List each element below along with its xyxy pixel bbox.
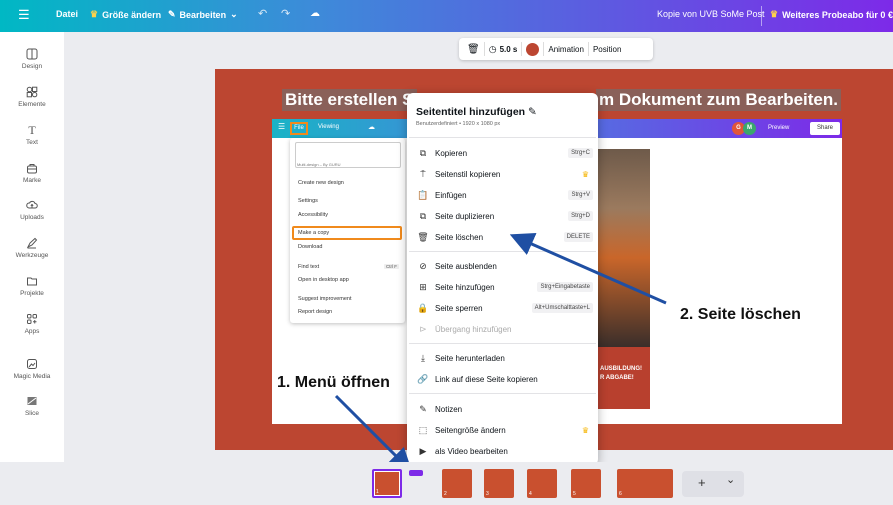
page-number: 3 [486, 491, 489, 497]
page-number: 2 [444, 491, 447, 497]
page-number: 4 [529, 491, 532, 497]
page-thumbnail[interactable]: 1 [372, 469, 402, 498]
annotation-arrows [334, 233, 667, 473]
plus-icon: + [698, 475, 706, 490]
arrow-to-delete-page [509, 233, 667, 305]
page-thumbnail[interactable]: 5 [571, 469, 601, 498]
annotation-step-2: 2. Seite löschen [680, 306, 801, 323]
page-number: 1 [376, 489, 379, 495]
page-thumbnail[interactable]: 2 [442, 469, 472, 498]
chevron-down-icon[interactable]: ⌄ [726, 473, 735, 486]
page-number: 5 [573, 491, 576, 497]
arrow-to-page-thumbnail [334, 394, 413, 473]
annotation-step-1: 1. Menü öffnen [277, 374, 390, 391]
page-thumbnail[interactable]: 3 [484, 469, 514, 498]
page-number: 6 [619, 491, 622, 497]
page-thumbnail[interactable]: 4 [527, 469, 557, 498]
page-thumbnail[interactable]: 6 [617, 469, 673, 498]
page-more-badge[interactable] [409, 470, 423, 476]
add-page-button[interactable]: + ⌄ [682, 471, 744, 497]
